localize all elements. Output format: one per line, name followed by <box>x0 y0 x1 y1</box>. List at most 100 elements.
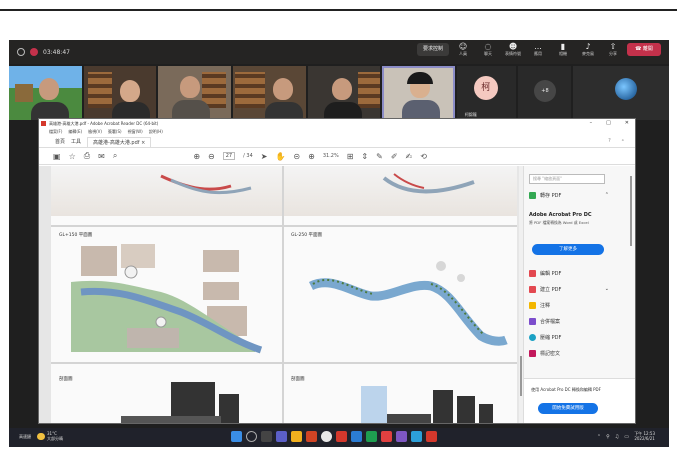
tool-export-pdf[interactable]: 轉存 PDF ⌃ <box>529 190 609 200</box>
zoom-level[interactable]: 31.2% <box>323 153 339 159</box>
reader-titlebar: 高雄港-高雄大港.pdf - Adobe Acrobat Reader DC (… <box>39 119 635 128</box>
top-plan-left-drawing <box>160 174 252 195</box>
participant-video-tile[interactable] <box>158 66 231 120</box>
participant-video-tile[interactable] <box>83 66 157 120</box>
people-button[interactable]: ☺ 人員 <box>452 42 474 56</box>
email-icon[interactable]: ✉ <box>98 152 105 161</box>
select-cursor-icon[interactable]: ➤ <box>261 152 268 161</box>
camera-button[interactable]: ▮ 相機 <box>552 42 574 56</box>
pen-icon[interactable]: ✐ <box>391 152 398 161</box>
top-plan-right-drawing <box>382 173 475 194</box>
sign-in-icon[interactable]: ⚬ <box>621 138 625 144</box>
acrobat-icon[interactable] <box>426 431 437 442</box>
document-viewport[interactable]: GL+150 平面圖 GL-250 平面圖 剖面圖 剖面圖 <box>39 166 523 423</box>
mic-button[interactable]: ♪ 麥克風 <box>577 42 599 56</box>
menu-help[interactable]: 說明(H) <box>149 128 163 136</box>
menu-edit[interactable]: 編輯(E) <box>68 128 82 136</box>
search-icon[interactable]: ⌕ <box>113 151 117 161</box>
pdf-page: GL+150 平面圖 GL-250 平面圖 剖面圖 剖面圖 <box>51 166 517 423</box>
hand-tool-icon[interactable]: ✋ <box>275 152 285 161</box>
maximize-button[interactable]: □ <box>606 119 611 128</box>
menu-window[interactable]: 視窗(W) <box>128 128 143 136</box>
menu-view[interactable]: 檢視(V) <box>88 128 102 136</box>
file-explorer-icon[interactable] <box>291 431 302 442</box>
word-icon[interactable] <box>351 431 362 442</box>
tab-document[interactable]: 高雄港-高雄大港.pdf × <box>87 136 152 147</box>
tool-edit-pdf[interactable]: 編輯 PDF <box>529 268 609 278</box>
fit-page-icon[interactable]: ⊞ <box>347 152 354 161</box>
line-icon[interactable] <box>366 431 377 442</box>
weather-widget[interactable]: 31°C 大部分晴 <box>47 431 63 441</box>
tools-pane-scrollbar[interactable] <box>630 176 632 246</box>
chevron-down-icon[interactable]: ⌄ <box>605 286 609 292</box>
apps-button[interactable]: ... 應用 <box>527 42 549 56</box>
print-icon[interactable]: ⎙ <box>84 151 90 161</box>
participant-video-tile[interactable] <box>307 66 381 120</box>
page-up-icon[interactable]: ⊕ <box>193 152 200 161</box>
start-icon[interactable] <box>231 431 242 442</box>
shield-icon <box>17 48 25 56</box>
zoom-in-icon[interactable]: ⊕ <box>308 152 315 161</box>
bookmark-star-icon[interactable]: ☆ <box>69 152 76 161</box>
menu-sign[interactable]: 簽署(S) <box>108 128 122 136</box>
share-link-icon[interactable]: ⟲ <box>420 152 427 161</box>
leave-button[interactable]: ☎ 離開 <box>627 42 661 56</box>
participant-video-tile[interactable] <box>9 66 82 120</box>
tab-bar: 首頁 工具 高雄港-高雄大港.pdf × ? ⚬ <box>39 136 635 148</box>
system-tray: ⌃ ⚲ ♫ ▭ <box>597 434 629 440</box>
teams-icon[interactable] <box>276 431 287 442</box>
tool-create-pdf[interactable]: 建立 PDF ⌄ <box>529 284 609 294</box>
document-scroll-thumb[interactable] <box>520 356 522 396</box>
zoom-out-icon[interactable]: ⊝ <box>293 152 300 161</box>
close-button[interactable]: ✕ <box>625 119 629 128</box>
request-control-button[interactable]: 要求控制 <box>416 42 449 56</box>
comment-icon[interactable]: ✎ <box>376 152 383 161</box>
tool-compress-pdf[interactable]: 壓縮 PDF <box>529 332 609 342</box>
search-icon[interactable] <box>246 431 257 442</box>
share-button[interactable]: ⇧ 分享 <box>602 42 624 56</box>
network-icon[interactable]: ⚲ <box>606 434 610 440</box>
task-view-icon[interactable] <box>261 431 272 442</box>
tools-pane: 搜尋 "縮放頁面" 轉存 PDF ⌃ Adobe Acrobat Pro DC … <box>523 166 635 423</box>
minimize-button[interactable]: – <box>590 119 593 128</box>
tool-combine-files[interactable]: 合併檔案 <box>529 316 609 326</box>
tool-redact[interactable]: 標記密文 <box>529 348 609 358</box>
page-number-input[interactable]: 27 <box>222 152 236 160</box>
powerpoint-icon[interactable] <box>306 431 317 442</box>
bookshelf <box>357 72 381 108</box>
active-speaker-tile[interactable] <box>382 66 455 120</box>
battery-icon[interactable]: ▭ <box>624 434 629 440</box>
tool-comment[interactable]: 注釋 <box>529 300 609 310</box>
recording-icon <box>30 48 38 56</box>
app-icon[interactable] <box>396 431 407 442</box>
participant-face <box>119 80 140 102</box>
page-down-icon[interactable]: ⊖ <box>208 152 215 161</box>
reactions-button[interactable]: ☻ 表情符號 <box>502 42 524 56</box>
chevron-up-icon[interactable]: ⌃ <box>605 192 609 198</box>
participant-video-tile[interactable] <box>232 66 306 120</box>
volume-icon[interactable]: ♫ <box>615 434 619 440</box>
tools-search-input[interactable]: 搜尋 "縮放頁面" <box>529 174 605 184</box>
app-icon[interactable] <box>411 431 422 442</box>
learn-more-button[interactable]: 了解更多 <box>532 244 604 255</box>
participant-avatar-tile[interactable]: 柯 柯錦龍 <box>456 66 516 120</box>
help-icon[interactable]: ? <box>608 138 611 144</box>
close-tab-icon[interactable]: × <box>141 140 145 146</box>
chevron-up-icon[interactable]: ⌃ <box>597 434 601 440</box>
more-participants-tile[interactable]: +8 <box>517 66 572 120</box>
self-view-tile[interactable] <box>573 66 669 120</box>
save-icon[interactable]: ▣ <box>53 152 61 161</box>
taskbar-clock[interactable]: 下午 12:53 2022/6/21 <box>634 431 655 441</box>
chrome-icon[interactable] <box>321 431 332 442</box>
sign-icon[interactable]: ✍ <box>406 152 413 161</box>
menu-file[interactable]: 檔案(F) <box>49 128 62 136</box>
app-icon[interactable] <box>381 431 392 442</box>
free-trial-button[interactable]: 開始免費試用版 <box>538 403 598 414</box>
scroll-mode-icon[interactable]: ⇕ <box>361 152 368 161</box>
tab-home[interactable]: 首頁 <box>55 138 65 145</box>
participant-body <box>172 100 211 118</box>
tab-tools[interactable]: 工具 <box>71 138 81 145</box>
section-label-right: 剖面圖 <box>291 377 305 382</box>
acrobat-icon[interactable] <box>336 431 347 442</box>
chat-button[interactable]: ◌ 聊天 <box>477 42 499 56</box>
